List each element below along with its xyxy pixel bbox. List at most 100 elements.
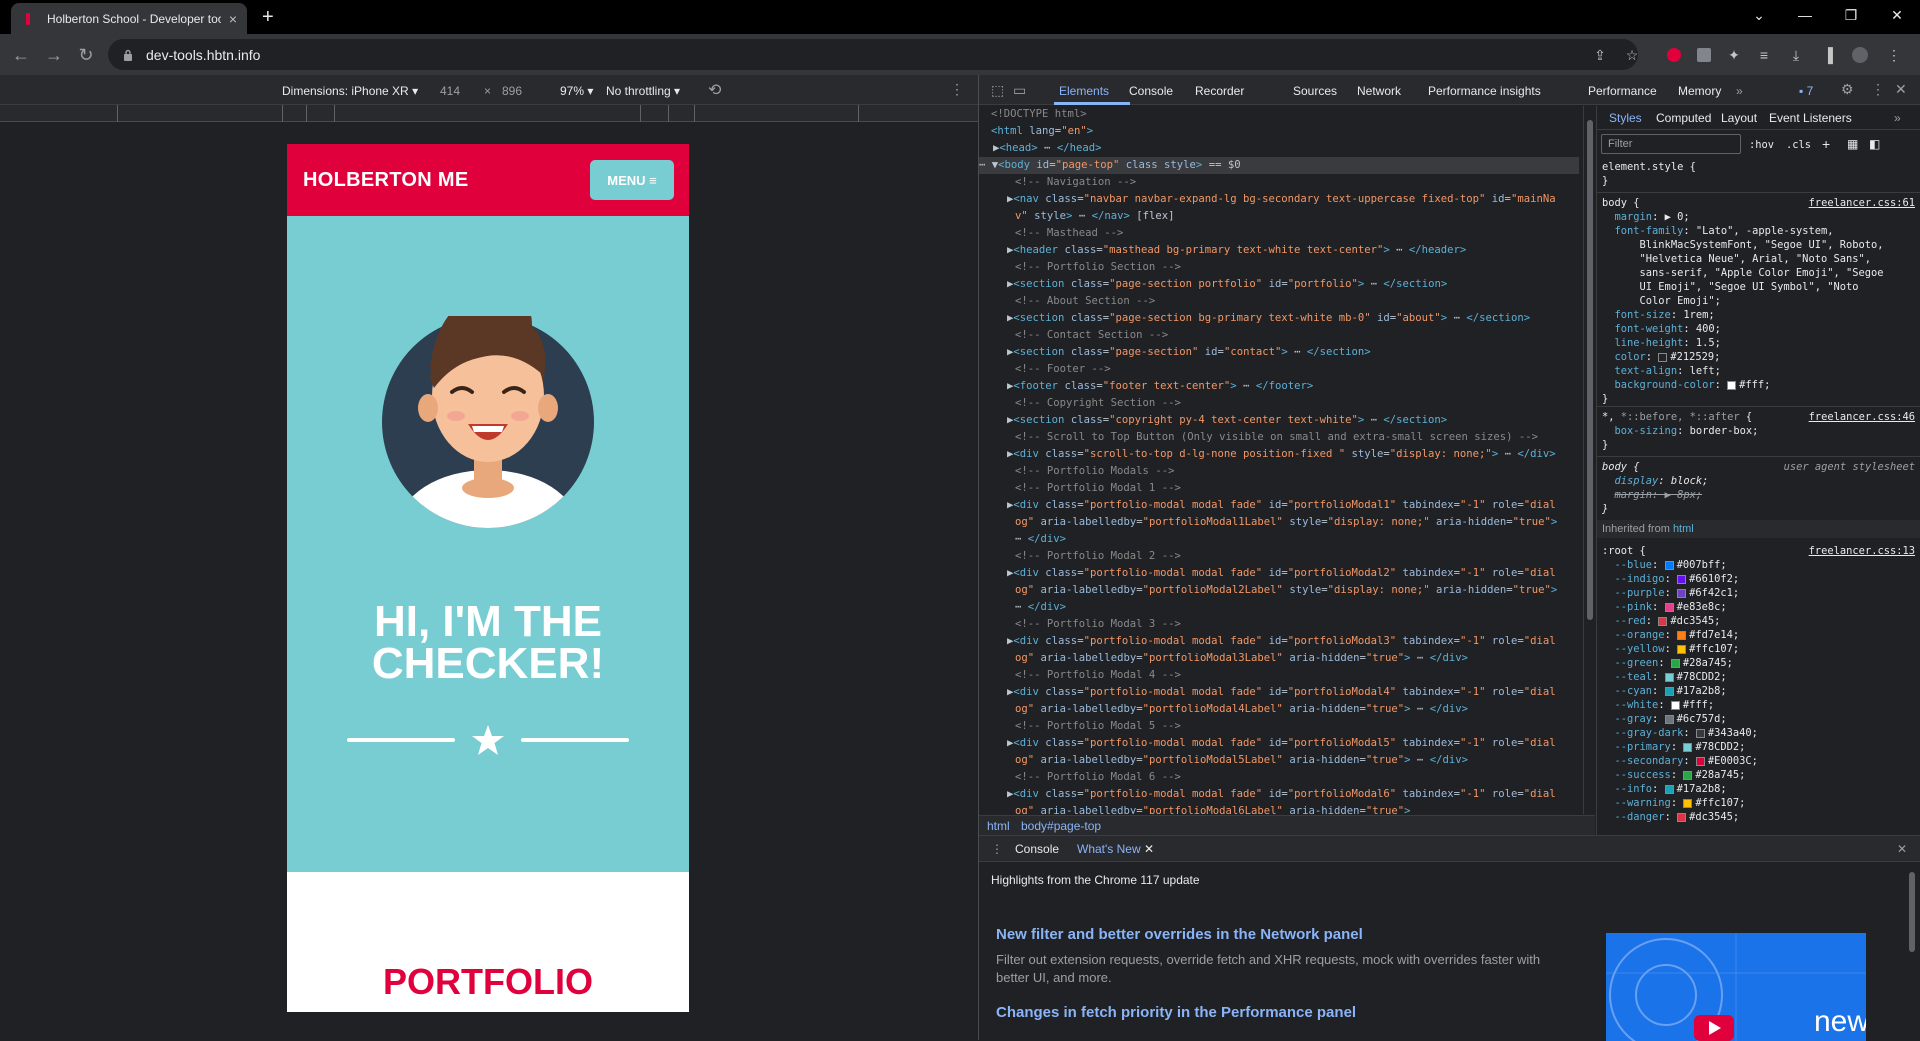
color-swatch[interactable] <box>1683 798 1693 808</box>
root-var-row[interactable]: --warning: #ffc107; <box>1602 796 1746 810</box>
tab-memory[interactable]: Memory <box>1678 84 1721 98</box>
elements-tree[interactable]: <!DOCTYPE html> <html lang="en"> ▶<head>… <box>979 106 1579 814</box>
color-swatch[interactable] <box>1664 784 1674 794</box>
drawer-tab-whats-new[interactable]: What's New ✕ <box>1077 842 1154 856</box>
more-panes-icon[interactable]: » <box>1894 111 1901 125</box>
drawer-scrollbar[interactable] <box>1907 866 1917 1036</box>
address-bar[interactable]: dev-tools.hbtn.info <box>108 39 1638 70</box>
close-drawer-icon[interactable]: ✕ <box>1897 842 1907 856</box>
color-swatch[interactable] <box>1664 714 1674 724</box>
bookmark-star-icon[interactable]: ☆ <box>1622 45 1642 65</box>
computed-styles-icon[interactable]: ▦ <box>1847 137 1858 151</box>
color-swatch[interactable] <box>1677 644 1687 654</box>
inherited-tag[interactable]: html <box>1673 523 1694 535</box>
color-swatch[interactable] <box>1677 812 1687 822</box>
settings-gear-icon[interactable]: ⚙ <box>1841 81 1854 98</box>
element-style-rule[interactable]: element.style { <box>1602 160 1696 174</box>
root-var-row[interactable]: --gray-dark: #343a40; <box>1602 726 1758 740</box>
chrome-menu-icon[interactable]: ⋮ <box>1884 45 1904 65</box>
root-var-row[interactable]: --white: #fff; <box>1602 698 1715 712</box>
throttling-select[interactable]: No throttling ▾ <box>606 84 680 98</box>
color-swatch[interactable] <box>1695 756 1705 766</box>
downloads-icon[interactable]: ⤓ <box>1786 45 1806 65</box>
breadcrumb-html[interactable]: html <box>987 819 1010 833</box>
minimize-icon[interactable]: — <box>1782 0 1828 30</box>
side-panel-icon[interactable]: ▐ <box>1818 45 1838 65</box>
color-swatch[interactable] <box>1677 630 1687 640</box>
close-devtools-icon[interactable]: ✕ <box>1895 81 1907 98</box>
tab-elements[interactable]: Elements <box>1059 84 1109 98</box>
close-whats-new-icon[interactable]: ✕ <box>1144 842 1154 856</box>
star-rule-source[interactable]: freelancer.css:46 <box>1809 411 1915 423</box>
tab-computed[interactable]: Computed <box>1656 111 1711 125</box>
devtools-menu-icon[interactable]: ⋮ <box>1871 81 1885 98</box>
profile-avatar[interactable] <box>1850 45 1870 65</box>
root-var-row[interactable]: --danger: #dc3545; <box>1602 810 1740 824</box>
tab-console[interactable]: Console <box>1129 84 1173 98</box>
media-query-ruler[interactable] <box>0 105 978 122</box>
issues-counter[interactable]: ▪ 7 <box>1799 84 1813 98</box>
tab-network[interactable]: Network <box>1357 84 1401 98</box>
breadcrumb-body[interactable]: body#page-top <box>1021 819 1101 833</box>
root-var-row[interactable]: --primary: #78CDD2; <box>1602 740 1746 754</box>
color-swatch[interactable] <box>1664 560 1674 570</box>
color-swatch[interactable] <box>1683 742 1693 752</box>
root-var-row[interactable]: --info: #17a2b8; <box>1602 782 1727 796</box>
styles-filter-input[interactable]: Filter <box>1601 134 1741 154</box>
ua-body-rule[interactable]: body { display: block; margin: ▶ 8px; } <box>1602 460 1708 516</box>
device-toggle-icon[interactable]: ▭ <box>1013 82 1026 99</box>
extension-red-icon[interactable] <box>1664 45 1684 65</box>
browser-tab[interactable]: Holberton School - Developer tools × <box>11 3 247 34</box>
elements-scrollbar[interactable] <box>1583 106 1595 814</box>
rotate-icon[interactable]: ⟲ <box>708 80 721 100</box>
whats-new-video-thumbnail[interactable]: new <box>1606 933 1866 1041</box>
device-width-input[interactable]: 414 <box>440 84 460 98</box>
body-rule[interactable]: body { margin: ▶ 0; font-family: "Lato",… <box>1602 196 1884 406</box>
color-swatch[interactable] <box>1670 700 1680 710</box>
toggle-sidebar-icon[interactable]: ◧ <box>1869 137 1880 151</box>
color-swatch[interactable] <box>1683 770 1693 780</box>
root-var-row[interactable]: --success: #28a745; <box>1602 768 1746 782</box>
cls-toggle[interactable]: .cls <box>1786 139 1811 151</box>
color-swatch[interactable] <box>1677 574 1687 584</box>
new-rule-icon[interactable]: + <box>1822 136 1830 152</box>
root-var-row[interactable]: --purple: #6f42c1; <box>1602 586 1740 600</box>
root-var-row[interactable]: --pink: #e83e8c; <box>1602 600 1727 614</box>
color-swatch[interactable] <box>1658 616 1668 626</box>
whats-new-item1-title[interactable]: New filter and better overrides in the N… <box>996 926 1363 943</box>
color-swatch[interactable] <box>1664 672 1674 682</box>
root-var-row[interactable]: --gray: #6c757d; <box>1602 712 1727 726</box>
root-var-row[interactable]: --teal: #78CDD2; <box>1602 670 1727 684</box>
root-var-row[interactable]: --orange: #fd7e14; <box>1602 628 1740 642</box>
root-rule-open[interactable]: :root { <box>1602 544 1646 558</box>
restore-icon[interactable]: ❐ <box>1828 0 1874 30</box>
zoom-select[interactable]: 97% ▾ <box>560 84 593 98</box>
extension-gray-icon[interactable] <box>1694 45 1714 65</box>
root-var-row[interactable]: --secondary: #E0003C; <box>1602 754 1758 768</box>
device-toolbar-menu-icon[interactable]: ⋮ <box>950 81 964 98</box>
root-var-row[interactable]: --red: #dc3545; <box>1602 614 1721 628</box>
color-swatch[interactable] <box>1695 728 1705 738</box>
tab-sources[interactable]: Sources <box>1293 84 1337 98</box>
tab-styles[interactable]: Styles <box>1609 111 1642 125</box>
more-tabs-icon[interactable]: » <box>1736 84 1743 98</box>
share-icon[interactable]: ⇪ <box>1590 45 1610 65</box>
color-swatch[interactable] <box>1664 686 1674 696</box>
reload-icon[interactable]: ↻ <box>74 43 98 67</box>
root-var-row[interactable]: --blue: #007bff; <box>1602 558 1727 572</box>
color-swatch[interactable] <box>1670 658 1680 668</box>
extensions-puzzle-icon[interactable]: ✦ <box>1724 45 1744 65</box>
back-icon[interactable]: ← <box>9 43 33 67</box>
new-tab-button[interactable]: + <box>262 6 274 29</box>
root-var-row[interactable]: --green: #28a745; <box>1602 656 1733 670</box>
root-var-row[interactable]: --cyan: #17a2b8; <box>1602 684 1727 698</box>
tab-search-icon[interactable]: ⌄ <box>1736 0 1782 30</box>
tab-performance[interactable]: Performance <box>1588 84 1657 98</box>
reading-list-icon[interactable]: ≡ <box>1754 45 1774 65</box>
tab-performance-insights[interactable]: Performance insights <box>1428 84 1541 98</box>
root-var-row[interactable]: --indigo: #6610f2; <box>1602 572 1740 586</box>
device-height-input[interactable]: 896 <box>502 84 522 98</box>
color-swatch[interactable] <box>1677 588 1687 598</box>
tab-recorder[interactable]: Recorder <box>1195 84 1244 98</box>
hov-toggle[interactable]: :hov <box>1749 139 1774 151</box>
